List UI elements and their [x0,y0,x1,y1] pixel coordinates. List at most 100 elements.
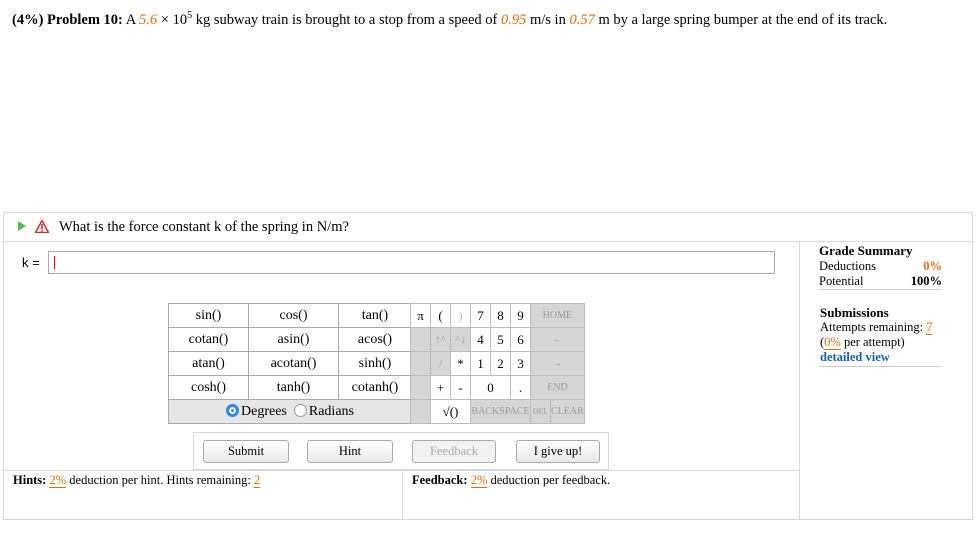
feedback-info: Feedback: 2% deduction per feedback. [412,473,610,488]
deductions-label: Deductions [819,259,876,273]
key-5[interactable]: 5 [490,327,511,352]
atan-button[interactable]: atan() [168,351,249,376]
end-key[interactable]: END [530,375,585,400]
problem-text: A [122,12,140,28]
problem-weight: (4%) [12,12,44,28]
feedback-text: deduction per feedback. [487,473,611,487]
submissions-title: Submissions [820,305,889,320]
key-1[interactable]: 1 [470,351,491,376]
per-attempt-value: 0% [824,335,841,350]
cos-button[interactable]: cos() [248,303,339,328]
radians-radio[interactable] [293,403,307,417]
hints-pct: 2% [49,473,67,488]
divider [819,366,942,367]
feedback-button[interactable]: Feedback [412,440,496,463]
radians-label: Radians [308,403,354,419]
tan-button[interactable]: tan() [338,303,412,328]
distance-value: 0.57 [569,12,595,28]
degrees-label: Degrees [241,403,287,419]
divider [819,289,942,290]
submissions-box: Submissions Attempts remaining: 7 (0% pe… [820,305,944,365]
hints-text: deduction per hint. Hints remaining: [66,473,254,487]
pi-key[interactable]: π [410,303,431,328]
left-arrow-key[interactable]: ← [530,327,585,352]
down-caret-key[interactable]: ^↓ [450,327,471,352]
problem-text: × 10 [157,12,188,28]
right-arrow-key[interactable]: → [530,351,585,376]
asin-button[interactable]: asin() [248,327,339,352]
minus-key[interactable]: - [450,375,471,400]
angle-mode-row: Degrees Radians [168,399,412,424]
play-icon[interactable] [18,221,26,231]
hints-remaining: 2 [253,473,261,488]
key-4[interactable]: 4 [470,327,491,352]
sinh-button[interactable]: sinh() [338,351,412,376]
deductions-value: 0% [923,259,942,273]
problem-text: m/s in [526,12,570,28]
home-key[interactable]: HOME [530,303,585,328]
problem-statement: (4%) Problem 10: A 5.6 × 105 kg subway t… [12,11,962,29]
function-keypad: sin() cos() tan() cotan() asin() acos() … [168,303,412,424]
problem-text: kg subway train is brought to a stop fro… [192,12,501,28]
up-caret-key[interactable]: ↑^ [430,327,451,352]
blank-key [410,375,431,400]
cosh-button[interactable]: cosh() [168,375,249,400]
sqrt-key[interactable]: √() [430,399,471,424]
question-text: What is the force constant k of the spri… [59,219,349,235]
grade-summary-title: Grade Summary [819,243,913,258]
text-caret [54,256,55,269]
answer-input[interactable] [48,251,775,274]
key-6[interactable]: 6 [510,327,531,352]
acotan-button[interactable]: acotan() [248,351,339,376]
sin-button[interactable]: sin() [168,303,249,328]
detailed-view-link[interactable]: detailed view [820,350,890,364]
hints-label: Hints: [13,473,47,487]
degrees-radio[interactable] [226,403,239,417]
give-up-button[interactable]: I give up! [516,440,600,463]
attempts-line: Attempts remaining: 7 [820,320,944,335]
per-attempt-line: (0% per attempt) [820,335,944,350]
key-0[interactable]: 0 [470,375,511,400]
blank-key [410,351,431,376]
key-2[interactable]: 2 [490,351,511,376]
attempts-label: Attempts remaining: [820,320,927,334]
potential-row: Potential 100% [819,274,942,289]
rparen-key[interactable]: ) [450,303,471,328]
acos-button[interactable]: acos() [338,327,412,352]
key-8[interactable]: 8 [490,303,511,328]
multiply-key[interactable]: * [450,351,471,376]
key-3[interactable]: 3 [510,351,531,376]
mass-value: 5.6 [139,12,158,28]
tanh-button[interactable]: tanh() [248,375,339,400]
hints-info: Hints: 2% deduction per hint. Hints rema… [13,473,261,488]
blank-key [410,399,431,424]
hint-button[interactable]: Hint [307,440,393,463]
key-7[interactable]: 7 [470,303,491,328]
backspace-key[interactable]: BACKSPACE [470,399,531,424]
dot-key[interactable]: . [510,375,531,400]
blank-key [410,327,431,352]
key-9[interactable]: 9 [510,303,531,328]
problem-text: m by a large spring bumper at the end of… [594,12,888,28]
feedback-label: Feedback: [412,473,468,487]
cotanh-button[interactable]: cotanh() [338,375,412,400]
grade-summary: Grade Summary Deductions 0% Potential 10… [819,242,942,289]
clear-key[interactable]: CLEAR [550,399,585,424]
number-keypad: π ( ) 7 8 9 HOME ↑^ ^↓ 4 5 6 ← / * 1 2 3… [410,303,585,424]
divide-key[interactable]: / [430,351,451,376]
deductions-row: Deductions 0% [819,259,942,274]
feedback-pct: 2% [470,473,488,488]
divider [799,242,800,520]
cotan-button[interactable]: cotan() [168,327,249,352]
del-key[interactable]: DEL [530,399,551,424]
lparen-key[interactable]: ( [430,303,451,328]
problem-label: Problem 10: [47,12,123,28]
potential-value: 100% [910,274,942,288]
submit-button[interactable]: Submit [203,440,289,463]
divider [402,470,403,520]
plus-key[interactable]: + [430,375,451,400]
potential-label: Potential [819,274,864,288]
answer-variable-label: k = [22,255,40,270]
warning-icon [35,220,49,233]
per-attempt-text: per attempt) [840,335,905,349]
